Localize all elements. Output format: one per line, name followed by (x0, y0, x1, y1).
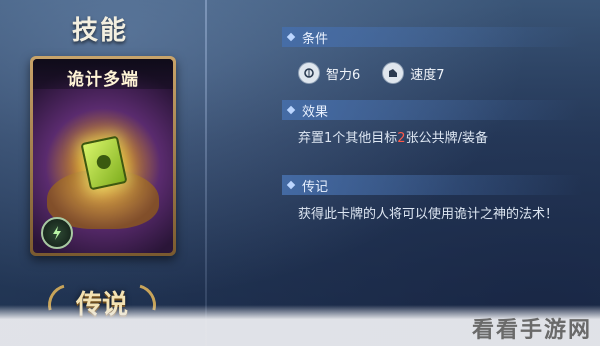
effect-text: 弃置1个其他目标2张公共牌/装备 (298, 127, 488, 146)
section-header-lore: 传记 (282, 175, 582, 195)
section-label-effect: 效果 (302, 104, 329, 120)
effect-text-before: 弃置1个其他目标 (298, 131, 398, 146)
condition-stats: 智力6 速度7 (298, 62, 467, 84)
diamond-icon (286, 32, 296, 42)
card-name: 诡计多端 (67, 70, 139, 90)
section-label-lore: 传记 (302, 179, 329, 195)
effect-highlight-number: 2 (397, 131, 406, 146)
section-header-effect: 效果 (282, 100, 582, 120)
stat-speed: 速度7 (410, 67, 445, 83)
lightning-swirl-icon (41, 217, 73, 249)
page-title: 技能 (72, 16, 129, 46)
divider (205, 0, 207, 346)
diamond-icon (286, 105, 296, 115)
boot-icon (382, 62, 405, 84)
card-art: 诡计多端 (33, 59, 173, 253)
watermark: 看看手游网 (471, 318, 592, 343)
brain-icon (298, 62, 320, 84)
section-header-condition: 条件 (282, 27, 582, 47)
effect-text-after: 张公共牌/装备 (405, 131, 488, 146)
diamond-icon (286, 180, 296, 190)
lore-text: 获得此卡牌的人将可以使用诡计之神的法术！ (298, 207, 559, 222)
stat-intelligence: 智力6 (326, 67, 361, 83)
skill-card[interactable]: 诡计多端 (30, 56, 176, 256)
section-label-condition: 条件 (302, 31, 329, 47)
